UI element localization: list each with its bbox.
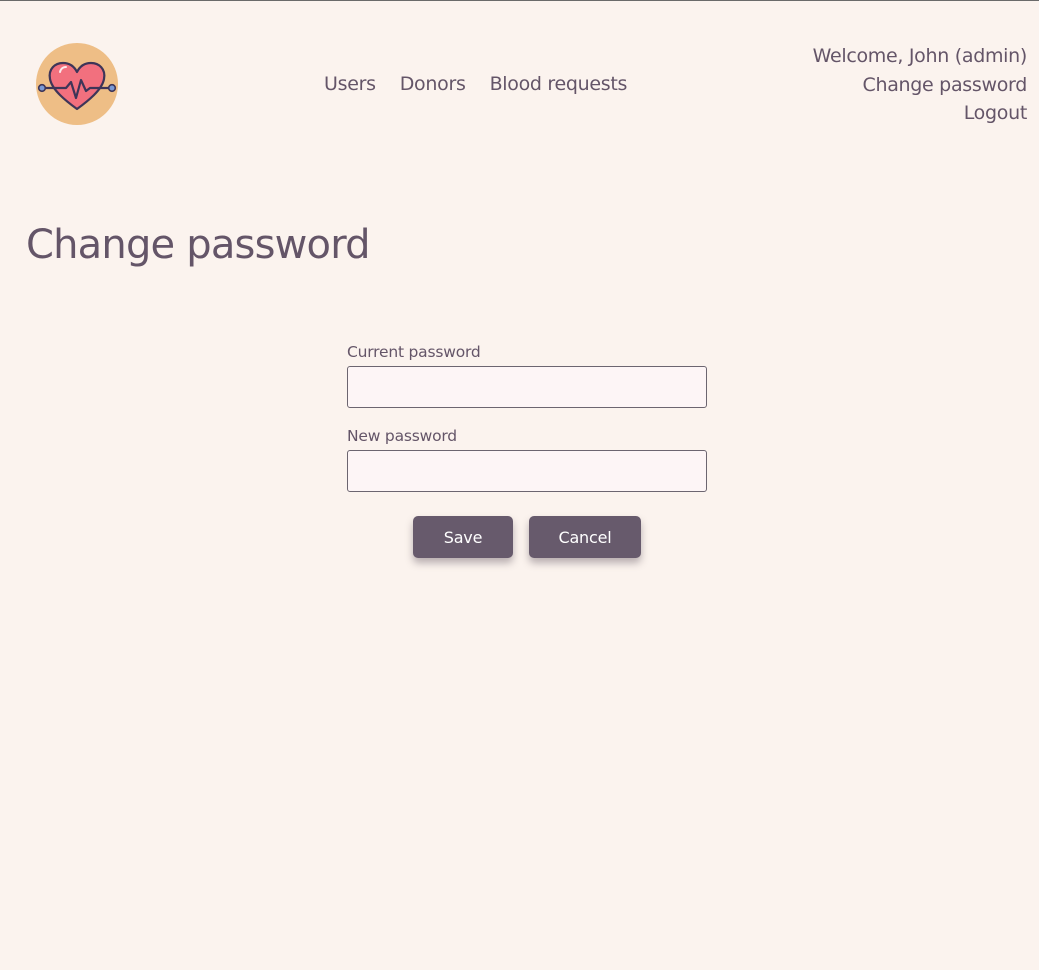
new-password-label: New password bbox=[347, 427, 457, 445]
user-menu: Welcome, John (admin) Change password Lo… bbox=[812, 42, 1028, 128]
change-password-link[interactable]: Change password bbox=[813, 71, 1028, 100]
save-button[interactable]: Save bbox=[413, 516, 513, 558]
current-password-label: Current password bbox=[347, 343, 481, 361]
change-password-form: Current password New password bbox=[347, 342, 707, 510]
heartbeat-icon bbox=[37, 61, 117, 111]
welcome-text: Welcome, John (admin) bbox=[812, 45, 1028, 67]
nav-blood-requests-link[interactable]: Blood requests bbox=[490, 72, 628, 96]
cancel-button[interactable]: Cancel bbox=[529, 516, 641, 558]
nav-donors-link[interactable]: Donors bbox=[400, 72, 466, 96]
logo[interactable] bbox=[36, 43, 118, 125]
current-password-input[interactable] bbox=[347, 366, 707, 408]
nav-users-link[interactable]: Users bbox=[324, 72, 376, 96]
new-password-input[interactable] bbox=[347, 450, 707, 492]
logout-link[interactable]: Logout bbox=[813, 99, 1028, 128]
main-nav: Users Donors Blood requests bbox=[324, 72, 627, 96]
form-actions: Save Cancel bbox=[413, 516, 641, 558]
page-title: Change password bbox=[26, 222, 371, 268]
